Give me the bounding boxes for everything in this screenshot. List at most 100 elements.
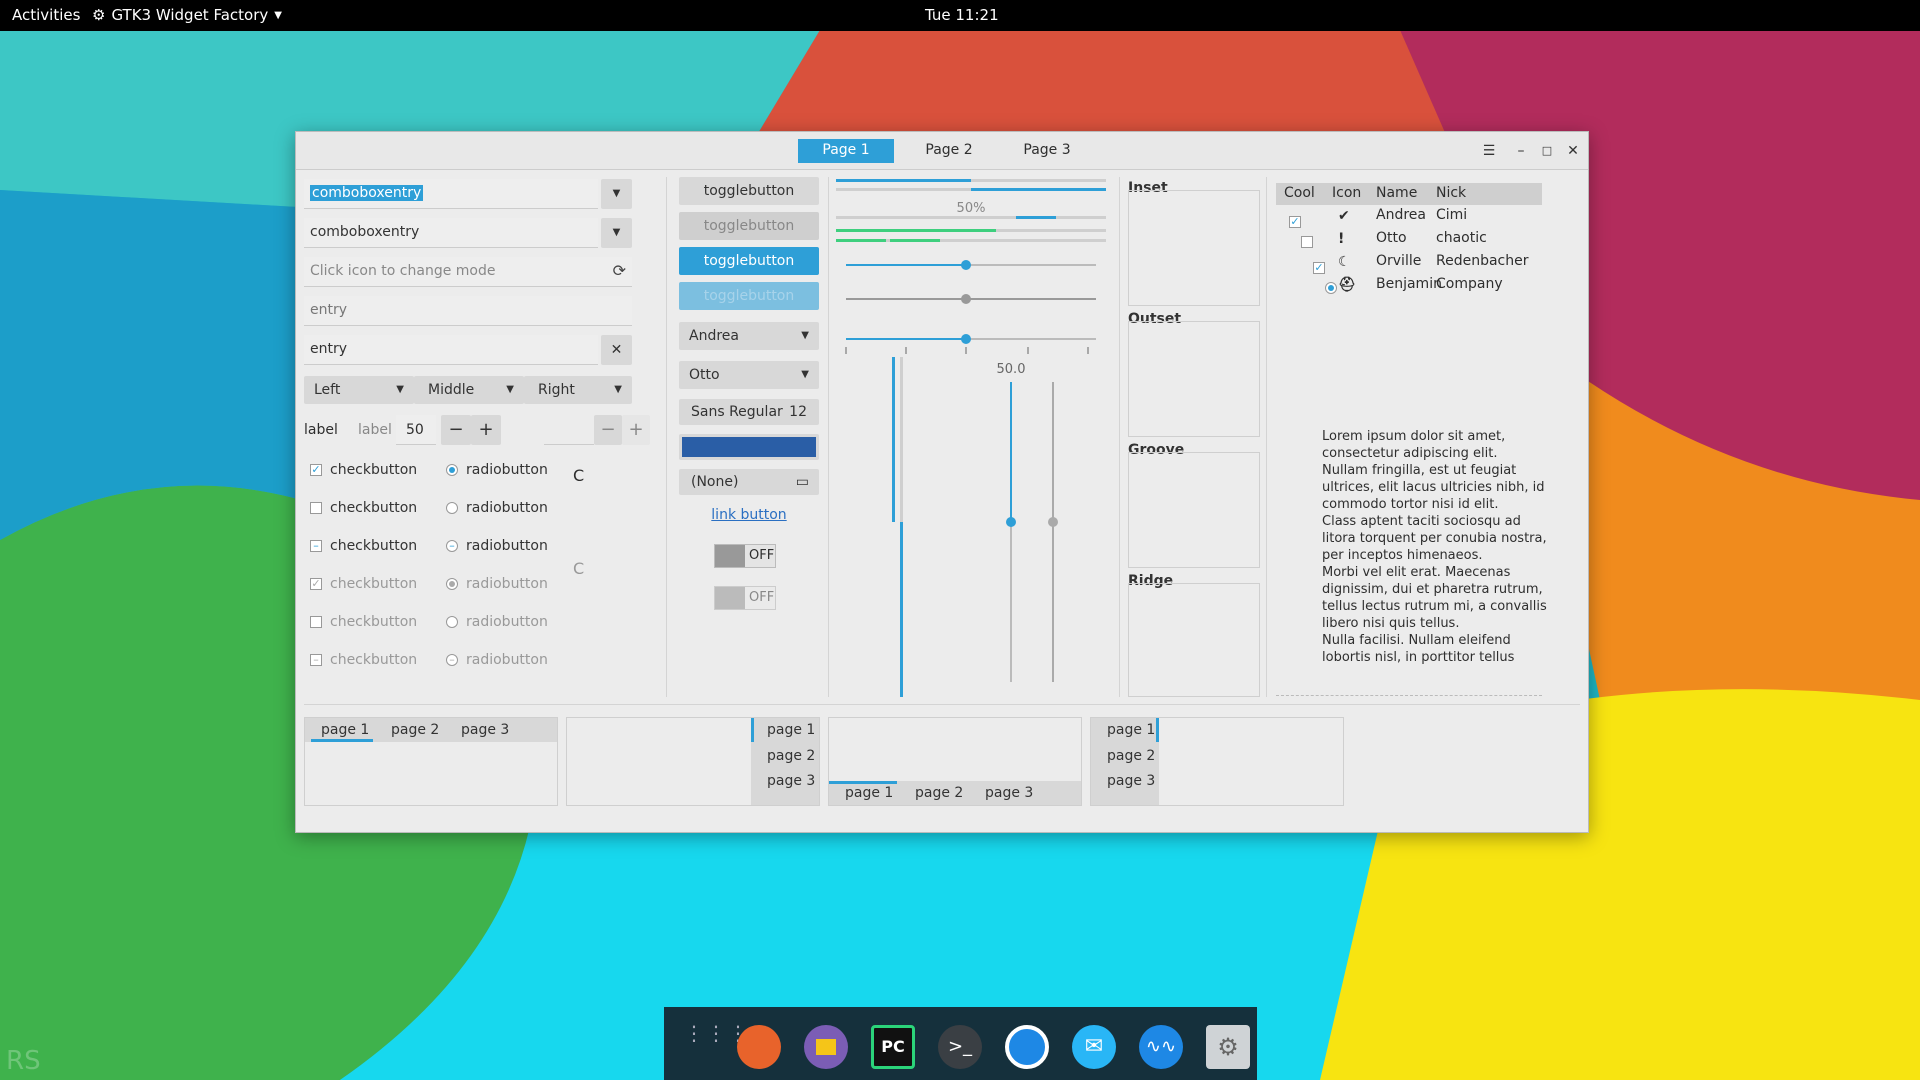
hscale-1-knob xyxy=(961,260,971,270)
togglebutton-1[interactable]: togglebutton xyxy=(679,177,819,205)
spinner-icon: C xyxy=(573,559,585,578)
power-icon[interactable] xyxy=(1005,1025,1049,1069)
terminal-icon[interactable]: >_ xyxy=(938,1025,982,1069)
switch-1[interactable]: OFF xyxy=(714,544,776,568)
row-nick[interactable]: chaotic xyxy=(1436,230,1487,246)
app-grid-icon[interactable]: ⋮⋮⋮ xyxy=(684,1023,748,1067)
column-header-cool[interactable]: Cool xyxy=(1284,185,1315,201)
entry-field-1[interactable]: entry xyxy=(304,296,632,326)
checkbutton-6[interactable]: – checkbutton xyxy=(310,652,417,668)
notebook-top-tab-1[interactable]: page 1 xyxy=(321,722,369,738)
row-name[interactable]: Otto xyxy=(1376,230,1407,246)
row-name[interactable]: Orville xyxy=(1376,253,1421,269)
app-menu[interactable]: ⚙ GTK3 Widget Factory ▼ xyxy=(92,6,282,24)
notebook-right-tab-3[interactable]: page 3 xyxy=(767,773,815,789)
spin-2-decrement-button[interactable]: − xyxy=(594,415,622,445)
row-cool-checkbox[interactable]: ✓ xyxy=(1289,216,1301,228)
row-nick[interactable]: Company xyxy=(1436,276,1503,292)
row-nick[interactable]: Cimi xyxy=(1436,207,1467,223)
minimize-icon[interactable]: – xyxy=(1510,140,1532,162)
spin-decrement-button[interactable]: − xyxy=(441,415,471,445)
column-header-nick[interactable]: Nick xyxy=(1436,185,1466,201)
notebook-right-tab-2[interactable]: page 2 xyxy=(767,748,815,764)
clock[interactable]: Tue 11:21 xyxy=(925,6,999,24)
checkbutton-3[interactable]: – checkbutton xyxy=(310,538,417,554)
notebook-bottom-tab-3[interactable]: page 3 xyxy=(985,785,1033,801)
text-line: Class aptent taciti sociosqu ad xyxy=(1322,514,1521,529)
comboboxentry-2[interactable]: comboboxentry xyxy=(304,218,598,248)
row-name[interactable]: Benjamin xyxy=(1376,276,1442,292)
text-line: dignissim, dui et pharetra rutrum, xyxy=(1322,582,1543,597)
column-header-name[interactable]: Name xyxy=(1376,185,1417,201)
row-nick[interactable]: Redenbacher xyxy=(1436,253,1529,269)
togglebutton-4[interactable]: togglebutton xyxy=(679,282,819,310)
entry-field-2[interactable]: entry xyxy=(304,335,598,365)
notebook-right-tab-1[interactable]: page 1 xyxy=(767,722,815,738)
spinner-icon: C xyxy=(573,466,585,485)
togglebutton-2[interactable]: togglebutton xyxy=(679,212,819,240)
settings-icon[interactable]: ⚙ xyxy=(1206,1025,1250,1069)
notebook-left-tab-2[interactable]: page 2 xyxy=(1107,748,1155,764)
combo-middle[interactable]: Middle ▼ xyxy=(414,376,524,404)
comboboxentry-1[interactable]: comboboxentry xyxy=(304,179,598,209)
mail-icon[interactable]: ✉ xyxy=(1072,1025,1116,1069)
radiobutton-1[interactable]: radiobutton xyxy=(446,462,548,478)
spin-2-increment-button[interactable]: + xyxy=(622,415,650,445)
checkbutton-2[interactable]: checkbutton xyxy=(310,500,417,516)
audio-icon[interactable]: ∿∿ xyxy=(1139,1025,1183,1069)
firefox-icon[interactable] xyxy=(737,1025,781,1069)
link-button[interactable]: link button xyxy=(679,507,819,523)
files-icon[interactable] xyxy=(804,1025,848,1069)
text-view[interactable]: Lorem ipsum dolor sit amet, consectetur a… xyxy=(1322,428,1572,666)
close-icon[interactable]: ✕ xyxy=(1562,140,1584,162)
radiobutton-3[interactable]: – radiobutton xyxy=(446,538,548,554)
notebook-top-tab-3[interactable]: page 3 xyxy=(461,722,509,738)
notebook-bottom-tab-2[interactable]: page 2 xyxy=(915,785,963,801)
chevron-down-icon: ▼ xyxy=(614,384,622,395)
icon-entry[interactable]: Click icon to change mode ⟳ xyxy=(304,257,632,287)
spin-increment-button[interactable]: + xyxy=(471,415,501,445)
checkbutton-4[interactable]: ✓ checkbutton xyxy=(310,576,417,592)
tab-page-1[interactable]: Page 1 xyxy=(798,139,894,163)
combo-andrea[interactable]: Andrea ▼ xyxy=(679,322,819,350)
notebook-bottom-tab-1[interactable]: page 1 xyxy=(845,785,893,801)
row-cool-checkbox[interactable]: ✓ xyxy=(1313,262,1325,274)
tab-page-3[interactable]: Page 3 xyxy=(999,139,1095,163)
clear-entry-button[interactable]: ✕ xyxy=(601,335,632,365)
file-chooser-button[interactable]: (None) ▭ xyxy=(679,469,819,495)
radiobutton-2[interactable]: radiobutton xyxy=(446,500,548,516)
row-name[interactable]: Andrea xyxy=(1376,207,1426,223)
switch-2[interactable]: OFF xyxy=(714,586,776,610)
row-cool-checkbox[interactable] xyxy=(1301,236,1313,248)
pycharm-icon[interactable]: PC xyxy=(871,1025,915,1069)
radiobutton-4[interactable]: radiobutton xyxy=(446,576,548,592)
notebook-top-tab-2[interactable]: page 2 xyxy=(391,722,439,738)
radiobutton-6[interactable]: – radiobutton xyxy=(446,652,548,668)
row-cool-radio[interactable] xyxy=(1325,282,1337,294)
spin-value[interactable]: 50 xyxy=(396,415,436,445)
font-button[interactable]: Sans Regular 12 xyxy=(679,399,819,425)
menu-icon[interactable]: ☰ xyxy=(1478,140,1500,162)
spin-2-value[interactable] xyxy=(544,415,594,445)
tab-page-2[interactable]: Page 2 xyxy=(901,139,997,163)
level-bar-2-segment-1 xyxy=(836,239,886,242)
checkbutton-5[interactable]: checkbutton xyxy=(310,614,417,630)
chevron-down-icon: ▼ xyxy=(396,384,404,395)
maximize-icon[interactable]: □ xyxy=(1536,140,1558,162)
activities-button[interactable]: Activities xyxy=(12,6,80,24)
combo-otto[interactable]: Otto ▼ xyxy=(679,361,819,389)
checkbutton-1[interactable]: ✓ checkbutton xyxy=(310,462,417,478)
notebook-left-tab-3[interactable]: page 3 xyxy=(1107,773,1155,789)
combo-right[interactable]: Right ▼ xyxy=(524,376,632,404)
combo-left[interactable]: Left ▼ xyxy=(304,376,414,404)
combo-1-dropdown-button[interactable]: ▼ xyxy=(601,179,632,209)
progress-bar-1-fill xyxy=(836,179,971,182)
radiobutton-label: radiobutton xyxy=(466,500,548,516)
notebook-left-tab-1[interactable]: page 1 xyxy=(1107,722,1155,738)
togglebutton-3[interactable]: togglebutton xyxy=(679,247,819,275)
combo-2-dropdown-button[interactable]: ▼ xyxy=(601,218,632,248)
radiobutton-5[interactable]: radiobutton xyxy=(446,614,548,630)
color-button[interactable] xyxy=(679,434,819,460)
column-header-icon[interactable]: Icon xyxy=(1332,185,1361,201)
refresh-icon[interactable]: ⟳ xyxy=(613,261,626,280)
